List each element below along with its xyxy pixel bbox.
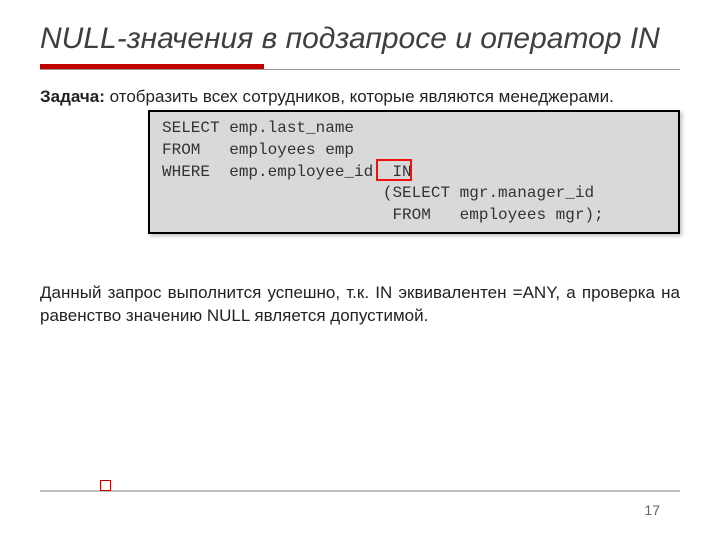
slide-title: NULL-значения в подзапросе и оператор IN — [40, 20, 680, 58]
explanation-paragraph: Данный запрос выполнится успешно, т.к. I… — [40, 282, 680, 328]
thin-rule — [40, 69, 680, 70]
task-label: Задача: — [40, 87, 105, 106]
task-text: отобразить всех сотрудников, которые явл… — [105, 87, 614, 106]
task-paragraph: Задача: отобразить всех сотрудников, кот… — [40, 86, 680, 109]
slide: NULL-значения в подзапросе и оператор IN… — [0, 0, 720, 540]
sql-code-block: SELECT emp.last_name FROM employees emp … — [148, 110, 680, 234]
footer-square-icon — [100, 480, 111, 491]
footer-rule — [40, 490, 680, 492]
title-underline — [40, 64, 680, 70]
page-number: 17 — [644, 502, 660, 518]
code-block-wrap: SELECT emp.last_name FROM employees emp … — [148, 110, 680, 234]
